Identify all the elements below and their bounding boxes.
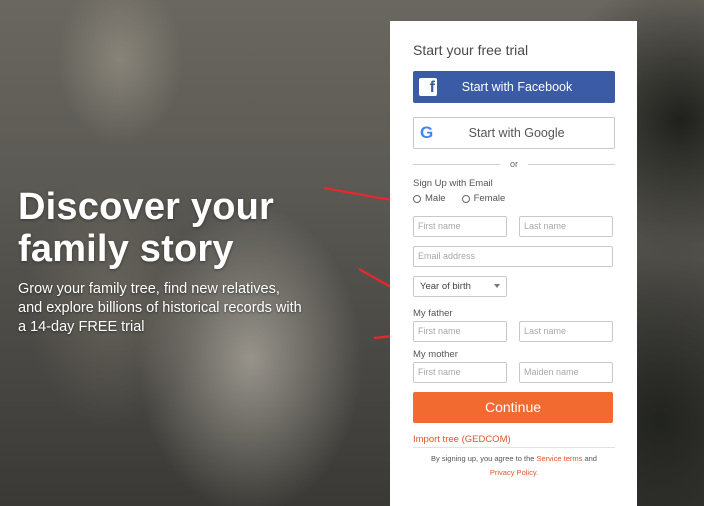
year-of-birth-value: Year of birth <box>420 281 471 292</box>
google-icon: G <box>420 123 434 142</box>
gender-options: Male Female <box>413 193 521 204</box>
mother-label: My mother <box>413 349 458 360</box>
male-label: Male <box>425 193 446 204</box>
hero-text: Discover your family story Grow your fam… <box>18 186 338 337</box>
gender-male-option[interactable]: Male <box>413 193 446 204</box>
signup-email-label: Sign Up with Email <box>413 178 493 189</box>
google-button-label: Start with Google <box>468 126 565 140</box>
female-label: Female <box>473 193 506 204</box>
import-gedcom-link[interactable]: Import tree (GEDCOM) <box>413 434 511 445</box>
father-last-name-input[interactable]: Last name <box>519 321 613 342</box>
facebook-signup-button[interactable]: f Start with Facebook <box>413 71 615 103</box>
terms-text: By signing up, you agree to the Service … <box>413 452 615 480</box>
mother-maiden-name-input[interactable]: Maiden name <box>519 362 613 383</box>
gender-female-option[interactable]: Female <box>461 193 506 204</box>
facebook-icon: f <box>419 78 437 96</box>
panel-title: Start your free trial <box>413 42 529 58</box>
hero-subtitle-line-2: and explore billions of historical recor… <box>18 300 302 316</box>
mother-first-name-input[interactable]: First name <box>413 362 507 383</box>
terms-and: and <box>584 454 597 463</box>
facebook-button-label: Start with Facebook <box>461 80 573 94</box>
father-first-name-input[interactable]: First name <box>413 321 507 342</box>
father-label: My father <box>413 308 453 319</box>
male-radio[interactable] <box>413 194 421 203</box>
hero-subtitle: Grow your family tree, find new relative… <box>18 280 338 337</box>
signup-panel: Start your free trial f Start with Faceb… <box>390 21 637 506</box>
or-divider: or <box>413 157 616 171</box>
chevron-down-icon <box>494 284 500 288</box>
or-text: or <box>510 159 519 169</box>
import-divider <box>413 447 615 448</box>
hero-title-line-1: Discover your <box>18 186 275 228</box>
email-input[interactable]: Email address <box>413 246 613 267</box>
last-name-input[interactable]: Last name <box>519 216 613 237</box>
first-name-input[interactable]: First name <box>413 216 507 237</box>
hero-title-line-2: family story <box>18 228 234 270</box>
facebook-icon-glyph: f <box>429 79 435 96</box>
hero-subtitle-line-3: a 14-day FREE trial <box>18 319 145 335</box>
hero-subtitle-line-1: Grow your family tree, find new relative… <box>18 281 280 297</box>
terms-prefix: By signing up, you agree to the <box>431 454 535 463</box>
female-radio[interactable] <box>461 194 470 203</box>
privacy-policy-link[interactable]: Privacy Policy. <box>490 468 538 477</box>
divider-line-left <box>413 163 500 165</box>
hero-title: Discover your family story <box>18 186 338 270</box>
year-of-birth-select[interactable]: Year of birth <box>413 276 507 297</box>
continue-button[interactable]: Continue <box>413 392 613 423</box>
service-terms-link[interactable]: Service terms <box>537 454 583 463</box>
google-signup-button[interactable]: G Start with Google <box>413 117 615 149</box>
divider-line-right <box>528 163 616 165</box>
